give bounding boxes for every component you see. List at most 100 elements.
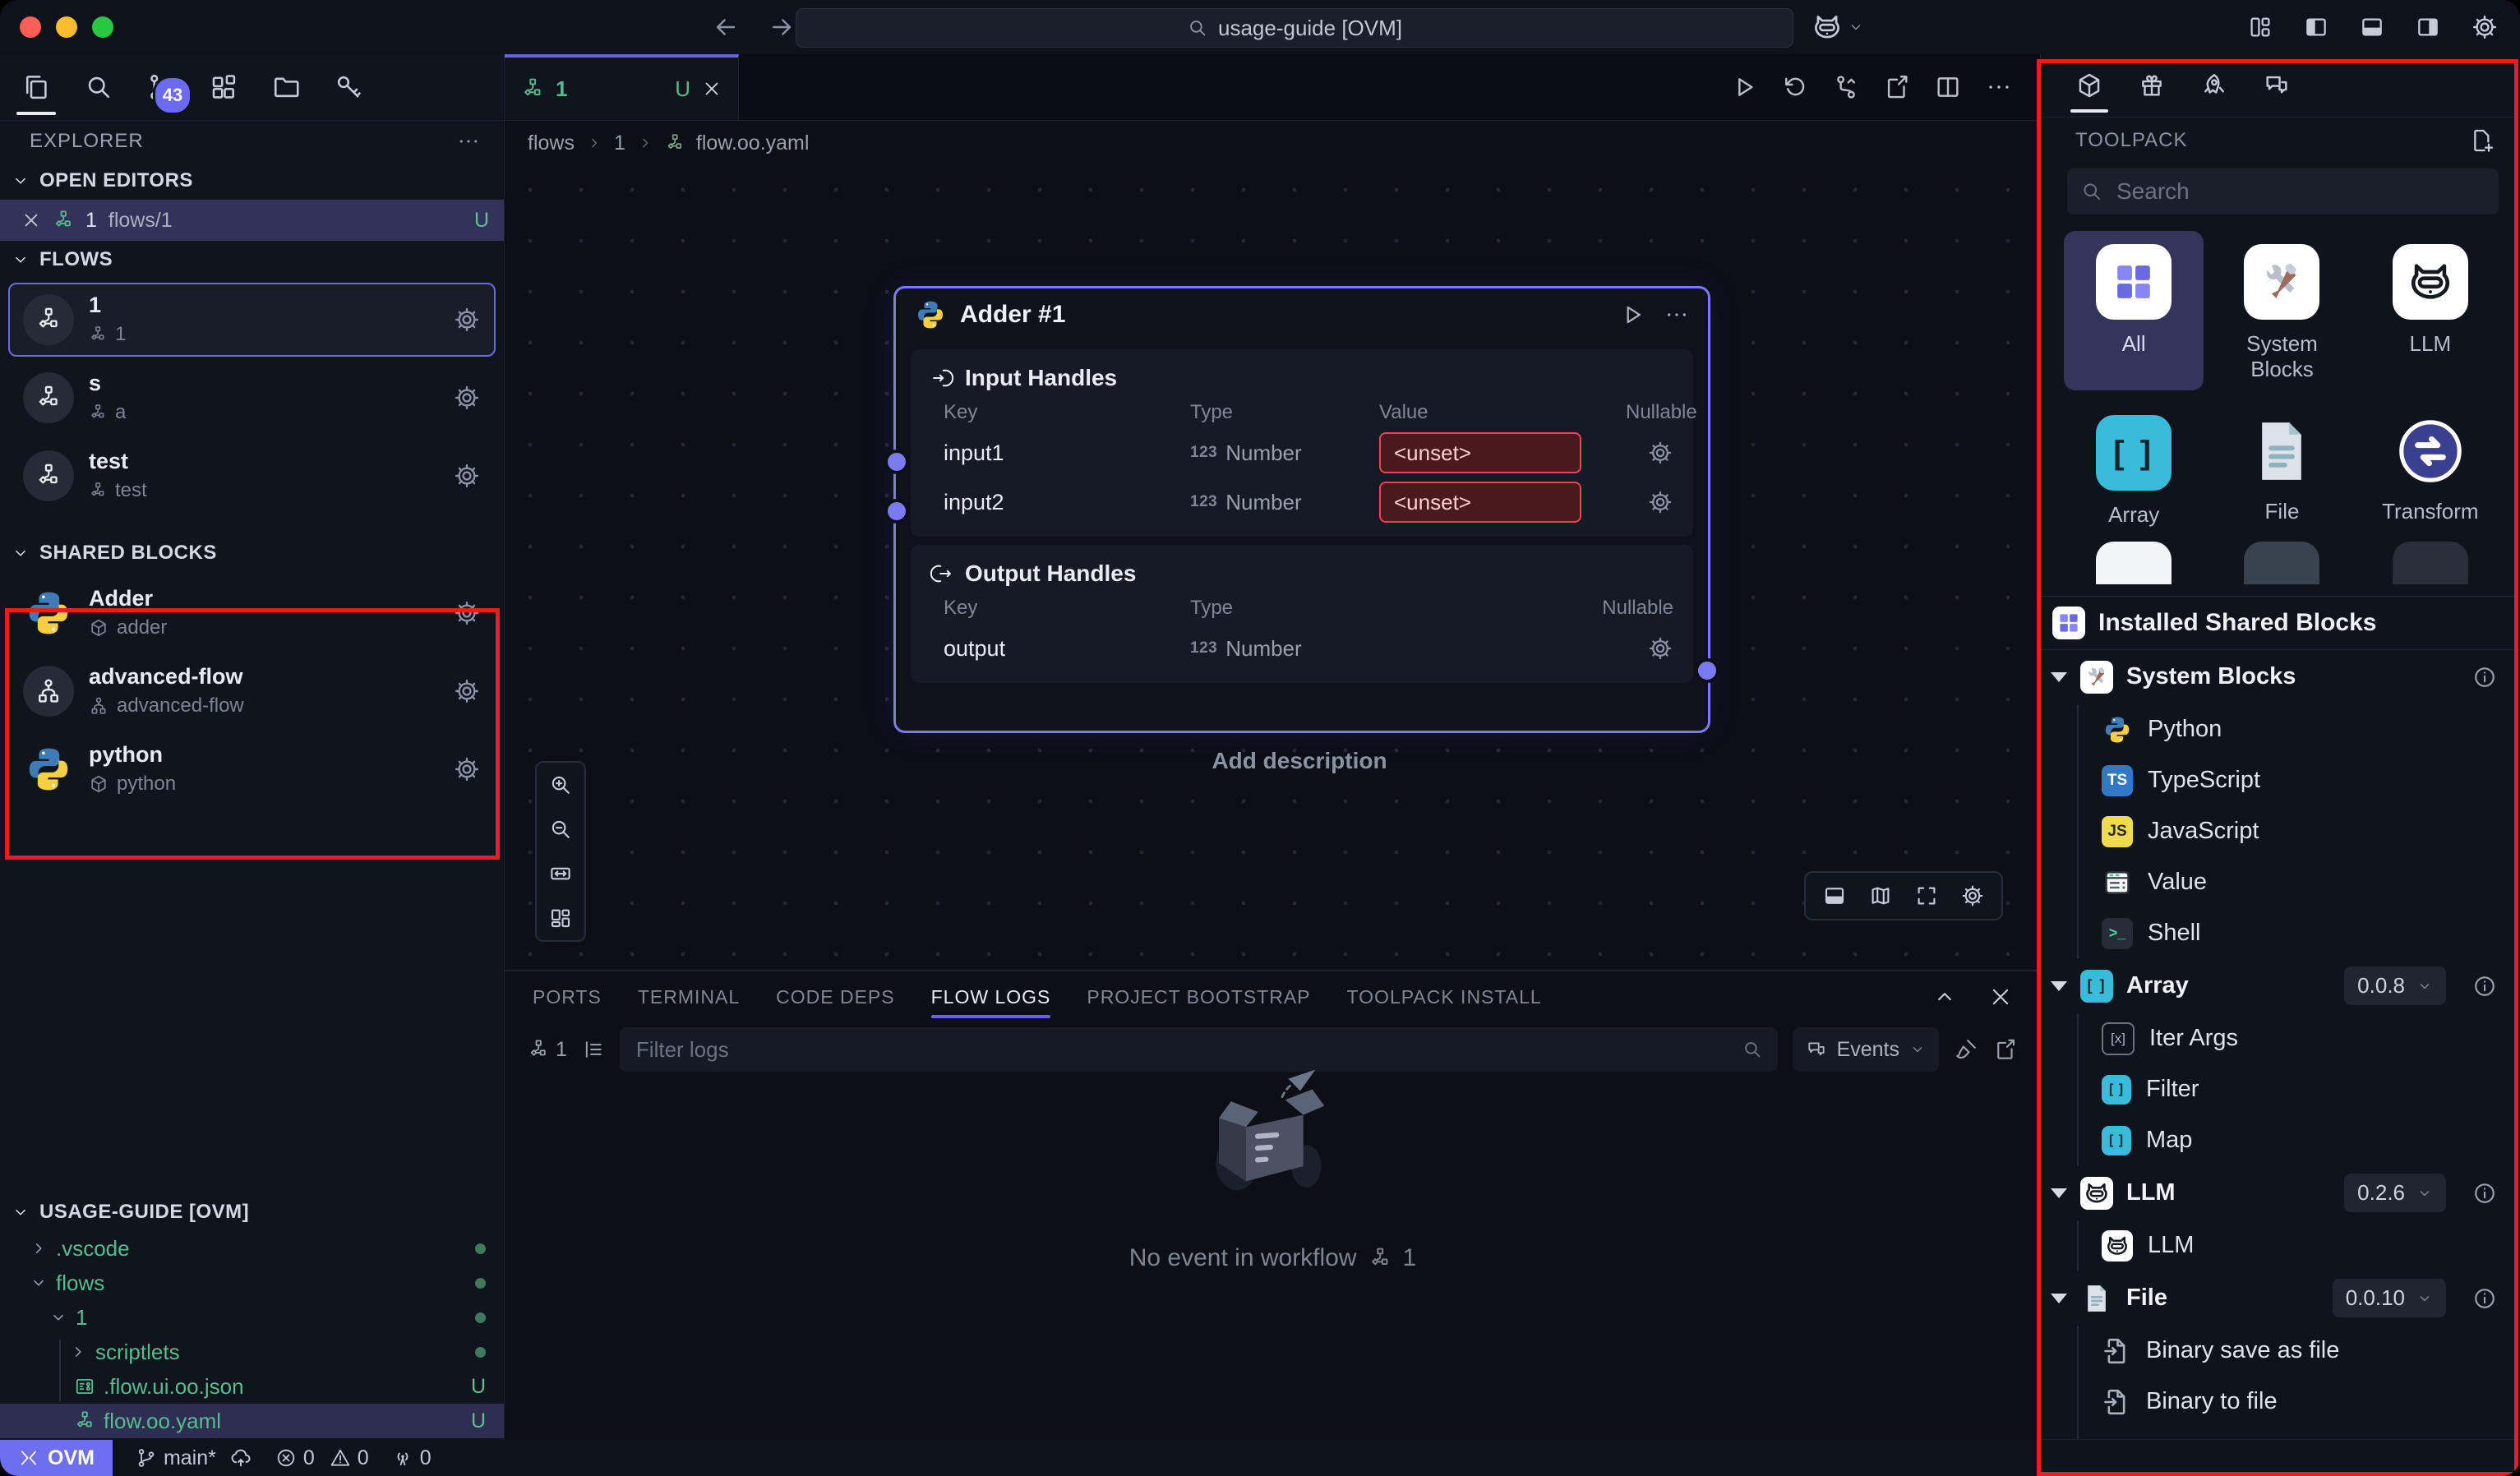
panel-tab-active[interactable]: FLOW LOGS: [931, 986, 1051, 1008]
project-header[interactable]: USAGE-GUIDE [OVM]: [0, 1193, 504, 1231]
tree-item[interactable]: scriptlets: [0, 1335, 504, 1369]
swap-run-icon[interactable]: [1832, 73, 1860, 101]
expand-triangle-icon[interactable]: [2051, 1188, 2067, 1198]
new-toolpack-icon[interactable]: [2469, 127, 2495, 154]
block-item[interactable]: Python: [2041, 704, 2520, 755]
expand-triangle-icon[interactable]: [2051, 981, 2067, 991]
more-actions-icon[interactable]: [1985, 73, 2013, 101]
tab-feedback[interactable]: [2263, 71, 2291, 99]
toolpack-search-input[interactable]: [2115, 178, 2485, 205]
toggle-panel-icon[interactable]: [1822, 883, 1847, 908]
block-item[interactable]: [ ]Map: [2041, 1115, 2520, 1166]
zoom-in-button[interactable]: [537, 763, 584, 807]
category-llm[interactable]: LLM: [2361, 231, 2500, 390]
gear-icon[interactable]: [453, 462, 481, 490]
activity-flows[interactable]: 43: [146, 72, 176, 102]
gear-icon[interactable]: [453, 599, 481, 627]
block-item[interactable]: JSJavaScript: [2041, 806, 2520, 857]
block-item[interactable]: TSTypeScript: [2041, 755, 2520, 806]
customize-layout-icon[interactable]: [2247, 14, 2273, 40]
version-dropdown[interactable]: 0.0.8: [2344, 966, 2446, 1005]
tree-item-selected[interactable]: flow.oo.yamlU: [0, 1404, 504, 1438]
tree-item[interactable]: .vscode: [0, 1231, 504, 1266]
editor-tab-active[interactable]: 1 U: [505, 54, 739, 120]
clipped-tile[interactable]: [2096, 542, 2172, 584]
toggle-sidebar-left-icon[interactable]: [2303, 14, 2329, 40]
category-all[interactable]: All: [2064, 231, 2204, 390]
open-editors-header[interactable]: OPEN EDITORS: [0, 162, 504, 200]
flow-item[interactable]: test test: [8, 439, 496, 513]
auto-layout-button[interactable]: [537, 896, 584, 940]
expand-triangle-icon[interactable]: [2051, 1294, 2067, 1303]
panel-tab[interactable]: PORTS: [533, 986, 602, 1008]
gear-icon[interactable]: [1647, 489, 1673, 515]
node-more-icon[interactable]: [1664, 302, 1690, 328]
filter-logs-input[interactable]: [635, 1036, 1742, 1063]
ports-item[interactable]: 0: [392, 1446, 432, 1470]
value-unset-field[interactable]: <unset>: [1379, 482, 1581, 523]
block-item[interactable]: Value: [2041, 857, 2520, 908]
block-item[interactable]: [x]Iter Args: [2041, 1013, 2520, 1064]
category-array[interactable]: [ ] Array: [2064, 402, 2204, 536]
toolpack-search-field[interactable]: [2067, 168, 2499, 214]
add-description-button[interactable]: Add description: [893, 748, 1705, 774]
gear-icon[interactable]: [453, 306, 481, 334]
events-dropdown[interactable]: Events: [1793, 1027, 1939, 1072]
remote-indicator[interactable]: OVM: [0, 1440, 113, 1476]
breadcrumb-item[interactable]: flows: [528, 131, 575, 155]
group-array[interactable]: [ ] Array 0.0.8: [2041, 959, 2520, 1013]
maximize-window-button[interactable]: [92, 16, 113, 38]
version-dropdown[interactable]: 0.2.6: [2344, 1174, 2446, 1212]
gear-icon[interactable]: [1647, 635, 1673, 662]
flow-item[interactable]: 1 1: [8, 283, 496, 357]
close-icon[interactable]: [21, 210, 41, 230]
info-icon[interactable]: [2472, 665, 2497, 690]
tree-item[interactable]: 1: [0, 1300, 504, 1335]
gear-icon[interactable]: [453, 677, 481, 705]
close-icon[interactable]: [702, 79, 722, 99]
close-window-button[interactable]: [20, 16, 41, 38]
filter-logs-field[interactable]: [620, 1027, 1778, 1072]
fit-width-button[interactable]: [537, 851, 584, 896]
toggle-sidebar-right-icon[interactable]: [2415, 14, 2441, 40]
flows-header[interactable]: FLOWS: [0, 241, 504, 279]
shared-block-item[interactable]: Adder adder: [8, 576, 496, 650]
sync-cloud-icon[interactable]: [229, 1446, 252, 1469]
expand-triangle-icon[interactable]: [2051, 672, 2067, 682]
zoom-out-button[interactable]: [537, 807, 584, 851]
toggle-panel-icon[interactable]: [2359, 14, 2385, 40]
block-item[interactable]: LLM: [2041, 1220, 2520, 1271]
value-unset-field[interactable]: <unset>: [1379, 432, 1581, 473]
split-editor-icon[interactable]: [1934, 73, 1962, 101]
block-item[interactable]: [ ]Filter: [2041, 1064, 2520, 1115]
category-transform[interactable]: Transform: [2361, 402, 2500, 536]
version-dropdown[interactable]: 0.0.10: [2333, 1279, 2446, 1317]
close-panel-icon[interactable]: [1988, 985, 2013, 1009]
minimize-window-button[interactable]: [56, 16, 77, 38]
settings-gear-icon[interactable]: [2471, 13, 2499, 41]
clipped-tile[interactable]: [2244, 542, 2319, 584]
activity-blocks[interactable]: [209, 72, 238, 102]
run-flow-icon[interactable]: [1730, 73, 1758, 101]
tab-store[interactable]: [2138, 71, 2166, 99]
nav-forward-icon[interactable]: [768, 13, 796, 41]
rerun-icon[interactable]: [1781, 73, 1809, 101]
category-file[interactable]: File: [2212, 402, 2352, 536]
info-icon[interactable]: [2472, 1181, 2497, 1206]
panel-tab[interactable]: TOOLPACK INSTALL: [1347, 986, 1542, 1008]
fullscreen-icon[interactable]: [1914, 883, 1939, 908]
flow-item[interactable]: s a: [8, 361, 496, 435]
panel-tab[interactable]: TERMINAL: [638, 986, 740, 1008]
flow-node-adder[interactable]: Adder #1 Input Handles Key Type Value: [893, 286, 1710, 733]
panel-tab[interactable]: PROJECT BOOTSTRAP: [1087, 986, 1310, 1008]
breadcrumb-item[interactable]: 1: [614, 131, 625, 155]
shared-blocks-header[interactable]: SHARED BLOCKS: [0, 534, 504, 572]
block-item[interactable]: >_Shell: [2041, 908, 2520, 959]
clipped-tile[interactable]: [2393, 542, 2468, 584]
activity-explorer[interactable]: [21, 72, 51, 102]
open-editor-item[interactable]: 1 flows/1 U: [0, 200, 504, 241]
panel-tab[interactable]: CODE DEPS: [776, 986, 894, 1008]
breadcrumb-item[interactable]: flow.oo.yaml: [696, 131, 810, 155]
git-branch-item[interactable]: main*: [136, 1446, 252, 1470]
activity-search[interactable]: [84, 72, 113, 102]
